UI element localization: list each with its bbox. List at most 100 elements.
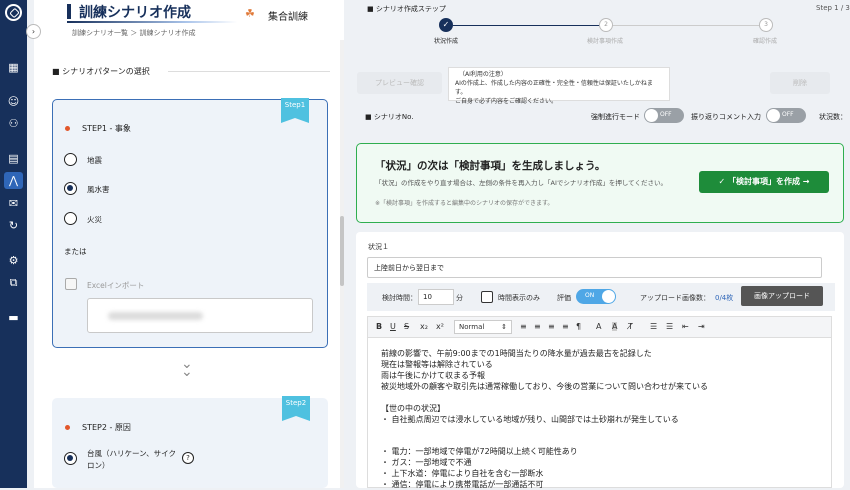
align-right-icon[interactable]: ≡	[548, 322, 555, 331]
radio-label-earthquake: 地震	[87, 156, 102, 165]
title-accent	[67, 4, 71, 19]
wizard-step2-label: 検討事項作成	[587, 38, 624, 45]
radio-typhoon[interactable]	[64, 452, 77, 465]
toggle-knob	[767, 109, 780, 122]
bold-icon[interactable]: B	[376, 322, 382, 331]
force-mode-state: OFF	[660, 111, 672, 118]
indent-icon[interactable]: ⇥	[698, 322, 705, 331]
wizard-line-2	[612, 25, 759, 26]
mail-icon[interactable]: ✉	[4, 195, 23, 212]
section-divider	[168, 71, 330, 72]
force-mode-toggle[interactable]: OFF	[644, 108, 684, 123]
body-line: ・ 上下水道：停電により自社を含む一部断水	[381, 469, 544, 478]
show-time-checkbox[interactable]	[481, 291, 493, 303]
status-count-label: 状況数：	[819, 113, 847, 121]
step2-ribbon: Step2	[282, 396, 310, 421]
group-icon[interactable]: ⚇	[4, 115, 23, 132]
situation-label: 状況１	[368, 243, 389, 251]
align-left-icon[interactable]: ≡	[520, 322, 527, 331]
ai-notice-line-3: ご自身で必ず内容をご確認ください。	[455, 98, 558, 105]
step1-ribbon: Step1	[281, 98, 309, 123]
eval-label: 評価	[557, 294, 571, 302]
check-icon: ✓	[718, 177, 726, 186]
body-line: ・ 通信：停電により携帯電話が一部通話不可	[381, 480, 544, 489]
pattern-section-title: ■ シナリオパターンの選択	[52, 67, 150, 76]
time-input[interactable]: 10	[418, 289, 454, 305]
group-training-icon: ☘	[245, 7, 255, 20]
upload-count: 0/4枚	[715, 294, 734, 302]
radio-flood[interactable]	[64, 182, 77, 195]
comment-input-label: 振り返りコメント入力	[691, 113, 761, 121]
superscript-icon[interactable]: x²	[436, 322, 444, 331]
excel-import-checkbox[interactable]	[65, 278, 77, 290]
font-style-value: Normal	[459, 323, 485, 331]
font-style-select[interactable]: Normal ⇕	[454, 320, 512, 334]
time-unit: 分	[456, 294, 463, 302]
step2-title: STEP2 - 原因	[82, 423, 131, 432]
paragraph-icon[interactable]: ¶	[576, 322, 581, 331]
justify-icon[interactable]: ≡	[562, 322, 569, 331]
body-line: 現在は警報等は解除されている	[381, 360, 493, 369]
clear-format-icon[interactable]: T̸	[628, 322, 633, 331]
cycle-icon[interactable]: ↻	[4, 217, 23, 234]
scenario-icon[interactable]: ⋀	[4, 172, 23, 189]
ai-notice-line-1: （AI利用の注意）	[459, 71, 507, 78]
banner-title: 「状況」の次は「検討事項」を生成しましょう。	[375, 160, 606, 172]
grid-icon[interactable]: ▦	[4, 59, 23, 76]
text-color-icon[interactable]: A	[596, 322, 601, 331]
situation-title-input[interactable]: 上陸前日から翌日まで	[367, 257, 822, 278]
left-scrollbar-thumb[interactable]	[340, 216, 344, 286]
strike-icon[interactable]: S	[404, 322, 409, 331]
radio-earthquake[interactable]	[64, 153, 77, 166]
create-considerations-button[interactable]: ✓ 「検討事項」を作成 →	[699, 171, 829, 193]
comment-input-toggle[interactable]: OFF	[766, 108, 806, 123]
eval-toggle[interactable]: ON	[576, 289, 616, 304]
select-arrow-icon: ⇕	[501, 323, 507, 331]
delete-button[interactable]: 削除	[770, 72, 830, 94]
wizard-step2-icon: 2	[599, 18, 613, 32]
user-settings-icon[interactable]: ⚙	[4, 252, 23, 269]
wizard-step1-label: 状況作成	[434, 38, 459, 45]
logo-icon[interactable]	[5, 4, 22, 21]
underline-icon[interactable]: U	[390, 322, 396, 331]
app-root: ▦ ☺ ⚇ ▤ ⋀ ✉ ↻ ⚙ ⧉ ▬ › 訓練シナリオ作成 ☘ 集合訓練 訓練…	[0, 0, 850, 489]
mode-label: 集合訓練	[268, 12, 308, 23]
excel-file-input[interactable]	[87, 298, 313, 333]
sidebar-collapse-button[interactable]: ›	[26, 24, 41, 39]
outdent-icon[interactable]: ⇤	[682, 322, 689, 331]
document-icon[interactable]: ▤	[4, 150, 23, 167]
help-icon[interactable]: ?	[182, 452, 194, 464]
body-line: ・ 自社拠点周辺では浸水している地域が残り、山間部では土砂崩れが発生している	[381, 415, 679, 424]
body-line: 雨は午後にかけて収まる予報	[381, 371, 485, 380]
radio-label-flood: 風水害	[87, 185, 110, 194]
highlight-icon[interactable]: A	[612, 322, 618, 331]
folder-icon[interactable]: ▬	[4, 309, 23, 326]
step2-card: Step2	[52, 396, 328, 488]
wizard-step3-label: 確認作成	[753, 38, 778, 45]
step1-marker	[65, 126, 70, 131]
user-icon[interactable]: ☺	[4, 93, 23, 110]
numbered-list-icon[interactable]: ☰	[666, 322, 673, 331]
wizard-step3-icon: 3	[759, 18, 773, 32]
image-upload-button[interactable]: 画像アップロード	[741, 286, 823, 306]
wizard-label: ■ シナリオ作成ステップ	[367, 5, 446, 13]
radio-fire[interactable]	[64, 212, 77, 225]
preview-sub-label: 確認	[410, 79, 424, 87]
preview-button[interactable]: プレビュー確認	[357, 72, 442, 94]
step2-marker	[65, 425, 70, 430]
banner-description: 「状況」の作成をやり直す場合は、左側の条件を再入力し「AIでシナリオ作成」を押し…	[375, 179, 667, 187]
org-icon[interactable]: ⧉	[4, 274, 23, 291]
align-center-icon[interactable]: ≡	[534, 322, 541, 331]
breadcrumb[interactable]: 訓練シナリオ一覧 ＞ 訓練シナリオ作成	[72, 28, 195, 38]
page-title: 訓練シナリオ作成	[79, 5, 191, 21]
comment-input-state: OFF	[782, 111, 794, 118]
subscript-icon[interactable]: x₂	[420, 322, 428, 331]
upload-count-label: アップロード画像数：	[640, 294, 710, 302]
wizard-step1-icon: ✓	[439, 18, 453, 32]
radio-label-typhoon: 台風（ハリケーン、サイクロン）	[87, 449, 177, 470]
time-label: 検討時間：	[382, 294, 417, 302]
toggle-knob	[602, 290, 615, 303]
file-name-placeholder	[108, 312, 203, 320]
next-step-banner: 「状況」の次は「検討事項」を生成しましょう。 「状況」の作成をやり直す場合は、左…	[356, 143, 844, 223]
bullet-list-icon[interactable]: ☰	[650, 322, 657, 331]
